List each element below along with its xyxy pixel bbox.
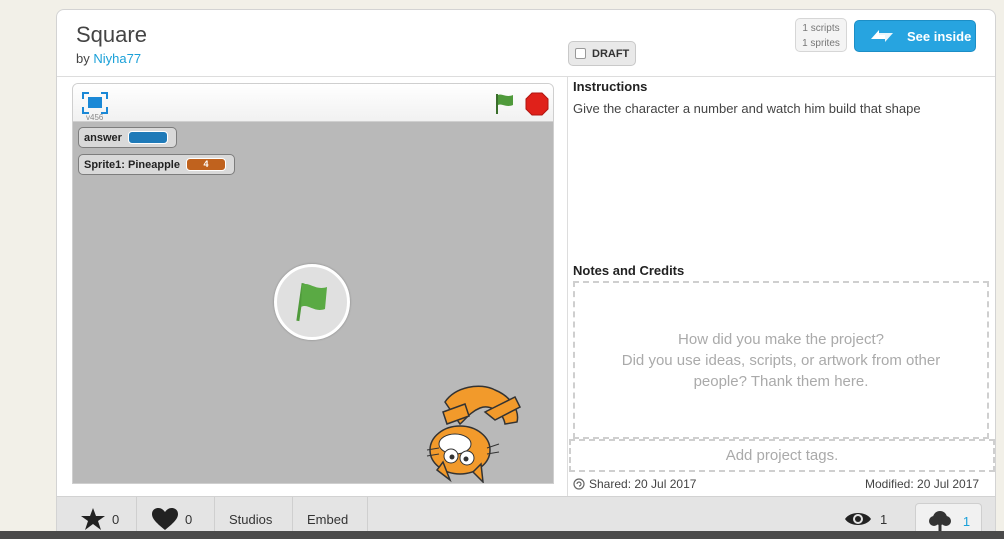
heart-icon xyxy=(152,508,178,530)
stop-icon[interactable] xyxy=(525,92,549,116)
tags-field[interactable]: Add project tags. xyxy=(569,439,995,472)
fullscreen-icon[interactable] xyxy=(82,92,108,114)
draft-checkbox[interactable] xyxy=(575,48,586,59)
see-inside-button[interactable]: See inside xyxy=(854,20,976,52)
see-inside-icon xyxy=(871,30,893,42)
shared-date: Shared: 20 Jul 2017 xyxy=(573,477,696,491)
share-icon xyxy=(573,478,585,490)
notes-placeholder-line: How did you make the project? xyxy=(678,330,884,348)
monitor-label: answer xyxy=(84,131,122,144)
column-divider xyxy=(567,76,568,496)
green-flag-icon[interactable] xyxy=(493,92,517,116)
stage[interactable]: answer Sprite1: Pineapple 4 xyxy=(73,122,553,483)
favorites-count: 0 xyxy=(112,511,120,527)
draft-label: DRAFT xyxy=(592,47,630,60)
tags-placeholder: Add project tags. xyxy=(725,447,839,464)
header-divider xyxy=(57,76,995,77)
start-overlay-button[interactable] xyxy=(274,264,350,340)
taskbar-edge xyxy=(0,531,1004,539)
notes-heading: Notes and Credits xyxy=(573,263,685,278)
monitor-label: Sprite1: Pineapple xyxy=(84,158,180,171)
player-controls: v456 xyxy=(73,84,553,122)
star-icon xyxy=(81,508,105,530)
draft-toggle[interactable]: DRAFT xyxy=(568,41,636,66)
studios-label: Studios xyxy=(229,511,273,527)
notes-field[interactable]: How did you make the project? Did you us… xyxy=(573,281,989,439)
by-prefix: by xyxy=(76,51,90,66)
variable-monitor-answer: answer xyxy=(78,127,177,148)
notes-placeholder-line: Did you use ideas, scripts, or artwork f… xyxy=(621,351,941,369)
monitor-value xyxy=(127,131,168,144)
notes-placeholder-line: people? Thank them here. xyxy=(693,372,869,390)
remixes-count: 1 xyxy=(962,514,971,529)
cat-sprite xyxy=(426,385,522,483)
monitor-value: 4 xyxy=(185,158,226,171)
project-page: Square by Niyha77 DRAFT 1 scripts 1 spri… xyxy=(56,9,996,539)
instructions-heading: Instructions xyxy=(573,79,648,94)
instructions-text[interactable]: Give the character a number and watch hi… xyxy=(573,101,921,116)
green-flag-icon xyxy=(296,283,327,322)
project-player: v456 answer Sprite1: Pineapple 4 xyxy=(72,83,554,484)
variable-monitor-sprite1: Sprite1: Pineapple 4 xyxy=(78,154,235,175)
eye-icon xyxy=(845,513,871,525)
loves-count: 0 xyxy=(185,511,193,527)
byline: by Niyha77 xyxy=(76,51,141,66)
author-link[interactable]: Niyha77 xyxy=(93,51,141,66)
project-stats: 1 scripts 1 sprites xyxy=(795,18,847,52)
project-title: Square xyxy=(76,22,147,47)
player-version: v456 xyxy=(86,113,104,122)
sprites-count: 1 sprites xyxy=(802,38,840,49)
views-value: 1 xyxy=(880,511,888,527)
scripts-count: 1 scripts xyxy=(802,23,840,34)
see-inside-label: See inside xyxy=(907,28,972,44)
shared-text: Shared: 20 Jul 2017 xyxy=(589,477,697,491)
modified-date: Modified: 20 Jul 2017 xyxy=(865,477,980,491)
embed-label: Embed xyxy=(307,511,349,527)
